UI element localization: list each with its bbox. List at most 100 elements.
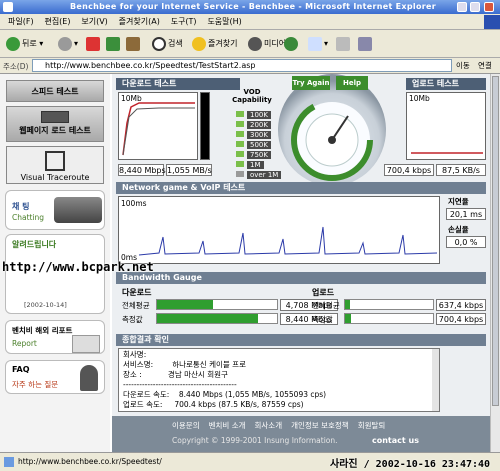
report-label: Report: [12, 339, 37, 348]
visual-traceroute-button[interactable]: Visual Traceroute: [6, 146, 104, 184]
notice-date[interactable]: [2002-10-14]: [24, 301, 67, 309]
speed-gauge: Try Again Help: [278, 74, 386, 186]
results-line: 서비스명: 하나로통신 케이블 프로: [123, 360, 246, 369]
go-button[interactable]: 이동: [456, 60, 470, 71]
media-button[interactable]: 미디어: [248, 35, 286, 53]
webpage-load-button[interactable]: 웹페이지 로드 테스트: [6, 106, 104, 142]
download-graph: 10Mb: [118, 92, 198, 160]
bw-download-avg-label: 전체평균: [122, 301, 150, 310]
menu-file[interactable]: 파일(F): [8, 14, 34, 30]
print-button[interactable]: [336, 35, 352, 53]
search-icon: [152, 36, 166, 51]
webpage-load-label: 웹페이지 로드 테스트: [19, 126, 91, 135]
refresh-icon: [106, 36, 120, 51]
footer-link[interactable]: 개인정보 보호정책: [291, 421, 349, 430]
toolbar: 뒤로 ▾ ▾ 검색 즐겨찾기 미디어 ▾: [0, 30, 500, 58]
forward-arrow-icon: [58, 36, 72, 51]
vod-level-indicator-icon: [236, 151, 244, 157]
vod-level-indicator-icon: [236, 171, 244, 177]
page-scrollbar-thumb[interactable]: [492, 76, 499, 406]
vod-level-item: 750K: [236, 150, 276, 160]
footer-link[interactable]: 벤치비 소개: [209, 421, 246, 430]
gauge-dial: [291, 99, 373, 181]
footer-link[interactable]: 이용문의: [172, 421, 200, 430]
cans-icon: [54, 197, 102, 223]
overseas-report-box[interactable]: 벤치비 해외 리포트 Report: [5, 320, 105, 354]
latency-label: 지연율: [448, 197, 469, 206]
vod-level-item: over 1M: [236, 170, 282, 180]
back-button[interactable]: 뒤로 ▾: [6, 35, 43, 53]
report-icon: [72, 335, 100, 353]
speed-test-button[interactable]: 스피드 테스트: [6, 80, 104, 102]
faq-box[interactable]: FAQ 자주 하는 질문: [5, 360, 105, 394]
vod-level-item: 100K: [236, 110, 276, 120]
menu-view[interactable]: 보기(V): [81, 14, 107, 30]
person-icon: [80, 365, 98, 391]
address-input[interactable]: http://www.benchbee.co.kr/Speedtest/Test…: [32, 59, 452, 72]
download-curve: [122, 102, 195, 156]
results-header: 종합결과 확인: [116, 334, 486, 346]
vod-level-indicator-icon: [236, 141, 244, 147]
home-icon: [126, 36, 140, 51]
results-lines: 회사명: 서비스명: 하나로통신 케이블 프로 장소 : 경남 마산시 회원구 ---…: [123, 350, 435, 410]
upload-graph: 10Mb: [406, 92, 486, 160]
footer-link[interactable]: 회원탈퇴: [358, 421, 386, 430]
ie-logo-icon: [3, 2, 13, 12]
download-speed-kbps: 8,440 Mbps: [118, 164, 166, 176]
close-button[interactable]: [484, 2, 494, 12]
download-level-bar: [200, 92, 210, 160]
stop-button[interactable]: [86, 35, 102, 53]
vod-level-item: 1M: [236, 160, 276, 170]
download-test-header: 다운로드 테스트: [116, 78, 240, 90]
bw-upload-avg-bar: [344, 299, 434, 310]
forward-button[interactable]: ▾: [58, 35, 78, 53]
links-button[interactable]: 연결: [478, 60, 492, 71]
page-scrollbar[interactable]: [490, 74, 500, 452]
mail-icon: [308, 36, 322, 51]
menu-edit[interactable]: 편집(E): [44, 14, 70, 30]
home-button[interactable]: [126, 35, 142, 53]
maximize-button[interactable]: [470, 2, 480, 12]
latency-trace: [138, 226, 438, 256]
results-line: 장소 : 경남 마산시 회원구: [123, 370, 228, 379]
status-bar: http://www.benchbee.co.kr/Speedtest/ 사라진…: [0, 452, 500, 471]
menu-help[interactable]: 도움말(H): [207, 14, 241, 30]
favorites-button[interactable]: 즐겨찾기: [192, 35, 237, 53]
bw-upload-measured-label: 측정값: [312, 315, 333, 324]
vod-level-label: 100K: [247, 111, 271, 119]
visual-traceroute-label: Visual Traceroute: [20, 173, 90, 182]
results-line: ----------------------------------------…: [123, 380, 237, 389]
vod-level-indicator-icon: [236, 161, 244, 167]
bw-upload-title: 업로드: [312, 288, 335, 297]
notice-box: 알려드립니다 [2002-10-14]: [5, 234, 105, 314]
footer-link[interactable]: 회사소개: [255, 421, 283, 430]
footer-links: 이용문의 벤치비 소개 회사소개 개인정보 보호정책 회원탈퇴: [172, 420, 394, 431]
edit-button[interactable]: [358, 35, 374, 53]
chatting-label: 채 팅: [12, 202, 30, 211]
history-icon: [284, 36, 298, 51]
footer-contact[interactable]: contact us: [372, 436, 419, 445]
media-icon: [248, 36, 262, 51]
bw-download-measured-bar: [156, 313, 278, 324]
menu-tools[interactable]: 도구(T): [171, 14, 197, 30]
mail-button[interactable]: ▾: [308, 35, 328, 53]
overseas-report-label: 벤치비 해외 리포트: [12, 326, 73, 335]
results-scrollbar[interactable]: [432, 349, 439, 411]
monitor-icon: [41, 111, 69, 123]
bw-download-measured-fill: [157, 314, 258, 323]
search-button[interactable]: 검색: [152, 35, 183, 53]
bw-download-avg-fill: [157, 300, 214, 309]
bw-upload-avg-fill: [345, 300, 351, 309]
vod-level-label: 200K: [247, 121, 271, 129]
menu-favorites[interactable]: 즐겨찾기(A): [119, 14, 160, 30]
print-icon: [336, 36, 350, 51]
history-button[interactable]: [284, 35, 300, 53]
chatting-box[interactable]: 채 팅 Chatting: [5, 190, 105, 230]
vod-level-label: 300K: [247, 131, 271, 139]
minimize-button[interactable]: [457, 2, 467, 12]
results-textarea[interactable]: 회사명: 서비스명: 하나로통신 케이블 프로 장소 : 경남 마산시 회원구 ---…: [118, 348, 440, 412]
vod-level-indicator-icon: [236, 131, 244, 137]
upload-speed-kbps: 700,4 kbps: [384, 164, 434, 176]
refresh-button[interactable]: [106, 35, 122, 53]
watermark-site: http://www.bcpark.net: [2, 260, 154, 274]
